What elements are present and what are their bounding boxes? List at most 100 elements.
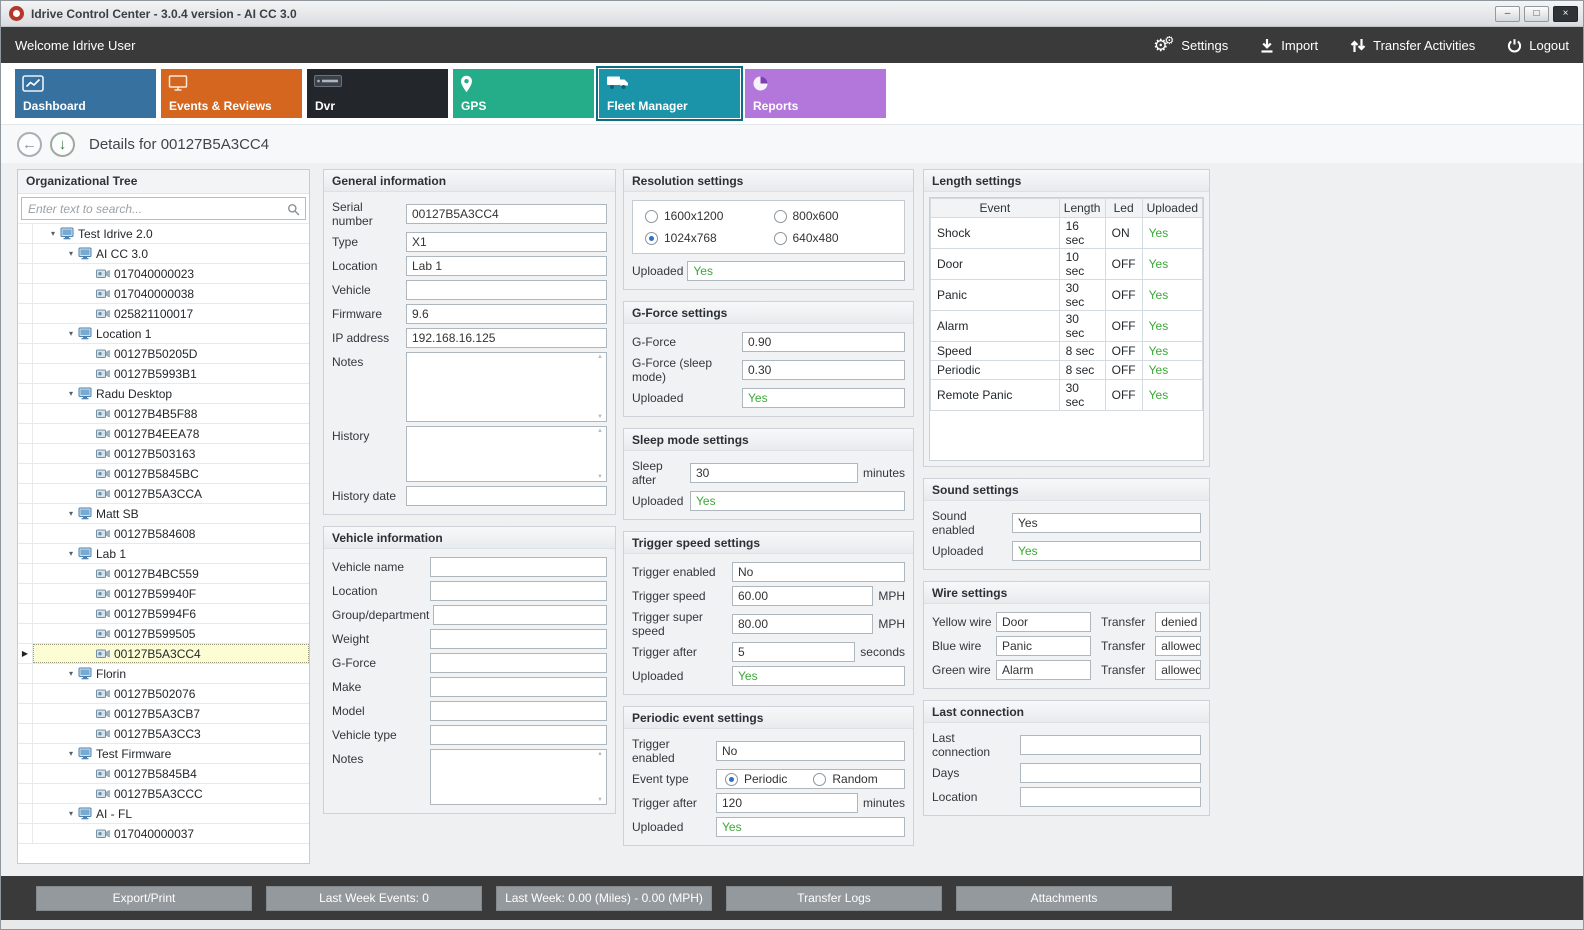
- tab-events-reviews[interactable]: Events & Reviews: [161, 69, 302, 118]
- vehicle-input-location[interactable]: [430, 581, 607, 601]
- tree-node-lab-1[interactable]: ▾Lab 1: [18, 544, 309, 564]
- gforce-input-uploaded[interactable]: Yes: [742, 388, 905, 408]
- general-input-vehicle[interactable]: [406, 280, 607, 300]
- tree-node-00127b4bc559[interactable]: 00127B4BC559: [18, 564, 309, 584]
- length-row-panic[interactable]: Panic30 secOFFYes: [931, 280, 1203, 311]
- expander-icon[interactable]: ▾: [64, 809, 78, 818]
- wire-transfer-input-blue-wire[interactable]: allowed: [1155, 636, 1201, 656]
- general-input-firmware[interactable]: 9.6: [406, 304, 607, 324]
- tree-node-ai-fl[interactable]: ▾AI - FL: [18, 804, 309, 824]
- wire-input-green-wire[interactable]: Alarm: [996, 660, 1091, 680]
- periodic-uploaded-value[interactable]: Yes: [716, 817, 905, 837]
- trigger-input-trigger-after[interactable]: 5: [732, 642, 855, 662]
- download-button[interactable]: ↓: [50, 132, 75, 157]
- close-button[interactable]: ×: [1553, 6, 1578, 22]
- expander-icon[interactable]: ▾: [64, 509, 78, 518]
- vehicle-input-group-department[interactable]: [433, 605, 607, 625]
- tree-node-00127b5a3ccc[interactable]: 00127B5A3CCC: [18, 784, 309, 804]
- tree-node-017040000038[interactable]: 017040000038: [18, 284, 309, 304]
- tree-node-00127b5845b4[interactable]: 00127B5845B4: [18, 764, 309, 784]
- length-row-shock[interactable]: Shock16 secONYes: [931, 218, 1203, 249]
- vehicle-input-vehicle-type[interactable]: [430, 725, 607, 745]
- expander-icon[interactable]: ▾: [64, 389, 78, 398]
- tree-search-input[interactable]: [21, 197, 306, 220]
- tree-node-00127b5845bc[interactable]: 00127B5845BC: [18, 464, 309, 484]
- wire-transfer-input-yellow-wire[interactable]: denied: [1155, 612, 1201, 632]
- maximize-button[interactable]: □: [1524, 6, 1549, 22]
- length-row-door[interactable]: Door10 secOFFYes: [931, 249, 1203, 280]
- resolution-uploaded-value[interactable]: Yes: [687, 261, 905, 281]
- tree-node-017040000023[interactable]: 017040000023: [18, 264, 309, 284]
- vehicle-input-g-force[interactable]: [430, 653, 607, 673]
- settings-button[interactable]: ⚙⚙Settings: [1153, 37, 1228, 54]
- back-button[interactable]: ←: [17, 132, 42, 157]
- tree-node-radu-desktop[interactable]: ▾Radu Desktop: [18, 384, 309, 404]
- expander-icon[interactable]: ▾: [64, 549, 78, 558]
- length-row-alarm[interactable]: Alarm30 secOFFYes: [931, 311, 1203, 342]
- general-input-history[interactable]: [406, 426, 607, 482]
- tree-node-00127b4b5f88[interactable]: 00127B4B5F88: [18, 404, 309, 424]
- tab-gps[interactable]: GPS: [453, 69, 594, 118]
- general-input-notes[interactable]: [406, 352, 607, 422]
- wire-input-blue-wire[interactable]: Panic: [996, 636, 1091, 656]
- vehicle-input-notes[interactable]: [430, 749, 607, 805]
- footer-button-export-print[interactable]: Export/Print: [36, 886, 252, 911]
- tree-node-00127b4eea78[interactable]: 00127B4EEA78: [18, 424, 309, 444]
- trigger-input-trigger-enabled[interactable]: No: [732, 562, 905, 582]
- expander-icon[interactable]: ▾: [64, 669, 78, 678]
- lastconn-input-location[interactable]: [1020, 787, 1201, 807]
- periodic-trigger-enabled-value[interactable]: No: [716, 741, 905, 761]
- tab-reports[interactable]: Reports: [745, 69, 886, 118]
- trigger-input-trigger-super-speed[interactable]: 80.00: [732, 614, 873, 634]
- tree-node-test-idrive-2-0[interactable]: ▾Test Idrive 2.0: [18, 224, 309, 244]
- general-input-type[interactable]: X1: [406, 232, 607, 252]
- footer-button-attachments[interactable]: Attachments: [956, 886, 1172, 911]
- gforce-input-g-force-sleep-mode[interactable]: 0.30: [742, 360, 905, 380]
- event-type-option-periodic[interactable]: Periodic: [725, 772, 787, 786]
- general-input-serial-number[interactable]: 00127B5A3CC4: [406, 204, 607, 224]
- tree-node-00127b5994f6[interactable]: 00127B5994F6: [18, 604, 309, 624]
- resolution-option-1600x1200[interactable]: 1600x1200: [645, 209, 764, 223]
- footer-button-last-week-0-00-miles-0-00-mph[interactable]: Last Week: 0.00 (Miles) - 0.00 (MPH): [496, 886, 712, 911]
- footer-button-last-week-events-0[interactable]: Last Week Events: 0: [266, 886, 482, 911]
- event-type-option-random[interactable]: Random: [813, 772, 877, 786]
- expander-icon[interactable]: ▾: [64, 329, 78, 338]
- tree-node-location-1[interactable]: ▾Location 1: [18, 324, 309, 344]
- vehicle-input-make[interactable]: [430, 677, 607, 697]
- wire-transfer-input-green-wire[interactable]: allowed: [1155, 660, 1201, 680]
- tree-node-florin[interactable]: ▾Florin: [18, 664, 309, 684]
- general-input-history-date[interactable]: [406, 486, 607, 506]
- tree-node-00127b502076[interactable]: 00127B502076: [18, 684, 309, 704]
- sleep-input-uploaded[interactable]: Yes: [690, 491, 905, 511]
- lastconn-input-days[interactable]: [1020, 763, 1201, 783]
- tree-node-00127b599505[interactable]: 00127B599505: [18, 624, 309, 644]
- tree-node-025821100017[interactable]: 025821100017: [18, 304, 309, 324]
- tree-node-00127b5a3cc4[interactable]: ▶00127B5A3CC4: [18, 644, 309, 664]
- footer-button-transfer-logs[interactable]: Transfer Logs: [726, 886, 942, 911]
- minimize-button[interactable]: –: [1495, 6, 1520, 22]
- general-input-ip-address[interactable]: 192.168.16.125: [406, 328, 607, 348]
- vehicle-input-vehicle-name[interactable]: [430, 557, 607, 577]
- tab-dvr[interactable]: Dvr: [307, 69, 448, 118]
- expander-icon[interactable]: ▾: [64, 749, 78, 758]
- trigger-input-trigger-speed[interactable]: 60.00: [732, 586, 873, 606]
- transfer-activities-button[interactable]: Transfer Activities: [1350, 38, 1475, 53]
- logout-button[interactable]: Logout: [1507, 38, 1569, 53]
- tree-node-00127b5a3cb7[interactable]: 00127B5A3CB7: [18, 704, 309, 724]
- tree-node-00127b503163[interactable]: 00127B503163: [18, 444, 309, 464]
- general-input-location[interactable]: Lab 1: [406, 256, 607, 276]
- vehicle-input-model[interactable]: [430, 701, 607, 721]
- tab-dashboard[interactable]: Dashboard: [15, 69, 156, 118]
- length-row-speed[interactable]: Speed8 secOFFYes: [931, 342, 1203, 361]
- length-row-periodic[interactable]: Periodic8 secOFFYes: [931, 361, 1203, 380]
- tree-node-00127b5a3cc3[interactable]: 00127B5A3CC3: [18, 724, 309, 744]
- vehicle-input-weight[interactable]: [430, 629, 607, 649]
- gforce-input-g-force[interactable]: 0.90: [742, 332, 905, 352]
- tab-fleet-manager[interactable]: Fleet Manager: [599, 69, 740, 118]
- length-row-remote-panic[interactable]: Remote Panic30 secOFFYes: [931, 380, 1203, 411]
- resolution-option-800x600[interactable]: 800x600: [774, 209, 893, 223]
- lastconn-input-last-connection[interactable]: [1020, 735, 1201, 755]
- tree-node-00127b59940f[interactable]: 00127B59940F: [18, 584, 309, 604]
- tree-node-00127b5993b1[interactable]: 00127B5993B1: [18, 364, 309, 384]
- tree-node-00127b50205d[interactable]: 00127B50205D: [18, 344, 309, 364]
